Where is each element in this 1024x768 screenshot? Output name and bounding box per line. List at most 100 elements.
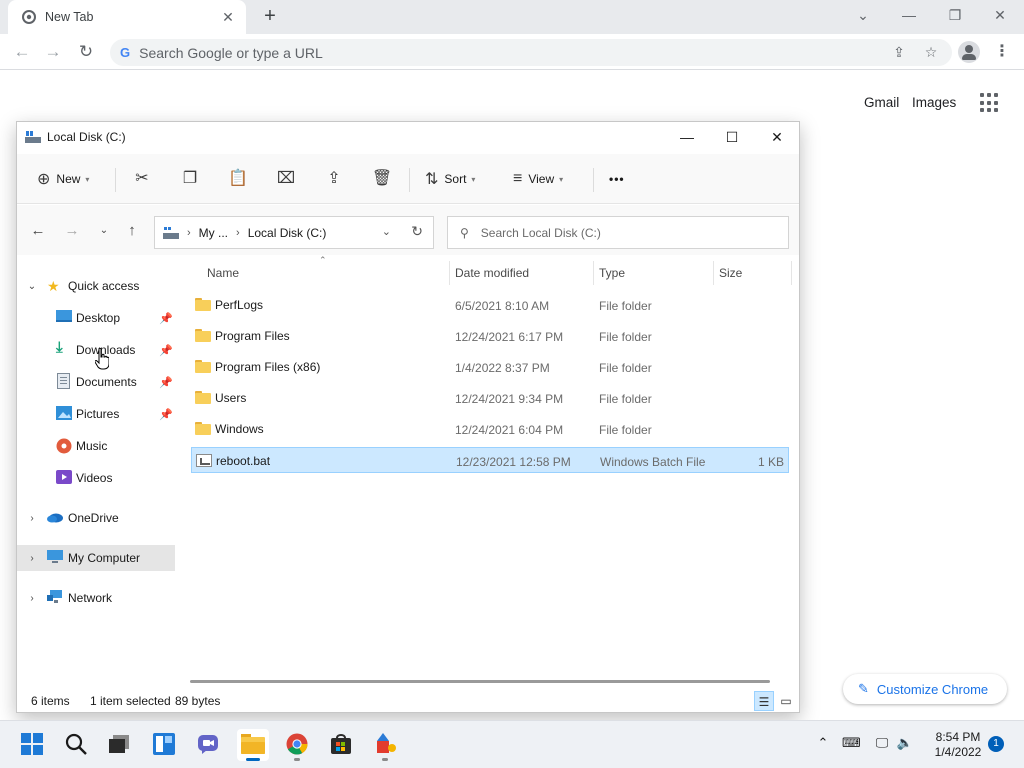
recent-locations-chevron-icon[interactable]: ⌄ [93, 220, 115, 242]
images-link[interactable]: Images [912, 95, 956, 110]
copy-icon[interactable]: ❐ [177, 166, 203, 192]
widgets-button[interactable] [148, 729, 180, 761]
taskbar-clock[interactable]: 8:54 PM 1/4/2022 [924, 730, 992, 760]
up-arrow-icon[interactable]: ↑ [121, 220, 143, 242]
desktop-icon [56, 310, 72, 326]
minimize-icon[interactable]: — [897, 4, 921, 26]
table-row[interactable]: PerfLogs 6/5/2021 8:10 AM File folder [191, 292, 789, 318]
google-apps-grid-icon[interactable] [980, 93, 1000, 113]
share-icon[interactable]: ⇪ [888, 44, 910, 61]
sidebar-item-videos[interactable]: Videos [17, 465, 175, 491]
chevron-right-icon[interactable]: › [26, 513, 38, 524]
new-button[interactable]: ⊕ New ▾ [37, 166, 89, 192]
sort-button[interactable]: ⇅ Sort ▾ [425, 166, 475, 192]
omnibox[interactable]: G Search Google or type a URL ⇪ ☆ [110, 39, 952, 66]
address-bar[interactable]: › My ... › Local Disk (C:) ⌄ ↻ [154, 216, 434, 249]
app-taskbar-button[interactable] [369, 729, 401, 761]
column-header-name[interactable]: Name [207, 261, 239, 285]
breadcrumb-my-computer[interactable]: My ... [199, 226, 228, 240]
tab-search-chevron-icon[interactable]: ⌄ [851, 4, 875, 26]
pin-icon[interactable]: 📌 [159, 376, 173, 389]
file-type: File folder [599, 423, 652, 437]
chevron-right-icon[interactable]: › [26, 593, 38, 604]
sidebar-item-music[interactable]: Music [17, 433, 175, 459]
chevron-right-icon[interactable]: › [26, 553, 38, 564]
explorer-close-icon[interactable]: ✕ [759, 126, 795, 148]
file-date: 1/4/2022 8:37 PM [455, 361, 550, 375]
explorer-minimize-icon[interactable]: — [669, 126, 705, 148]
close-window-icon[interactable]: ✕ [988, 4, 1012, 26]
explorer-maximize-icon[interactable]: ☐ [714, 126, 750, 148]
cut-icon[interactable]: ✂ [129, 166, 155, 192]
notification-badge[interactable]: 1 [988, 736, 1004, 752]
folder-icon [195, 329, 211, 342]
back-arrow-icon[interactable]: ← [11, 41, 33, 63]
customize-chrome-button[interactable]: ✎ Customize Chrome [843, 674, 1007, 704]
restore-icon[interactable]: ❐ [943, 4, 967, 26]
large-icons-view-icon[interactable]: ▭ [776, 691, 796, 711]
breadcrumb-local-disk[interactable]: Local Disk (C:) [248, 226, 327, 240]
sidebar-item-quick-access[interactable]: ⌄ ★ Quick access [17, 273, 175, 299]
gmail-link[interactable]: Gmail [864, 95, 899, 110]
teams-chat-button[interactable] [192, 729, 224, 761]
back-arrow-icon[interactable]: ← [27, 220, 49, 242]
horizontal-scrollbar[interactable] [190, 680, 770, 683]
chrome-menu-icon[interactable]: ⋮ [994, 41, 1010, 63]
pin-icon[interactable]: 📌 [159, 344, 173, 357]
chrome-tab-strip: New Tab ✕ + ⌄ — ❐ ✕ [0, 0, 1024, 34]
see-more-button[interactable]: ••• [609, 166, 625, 192]
start-button[interactable] [16, 729, 48, 761]
explorer-search-input[interactable]: ⚲ Search Local Disk (C:) [447, 216, 789, 249]
tab-title: New Tab [45, 10, 94, 24]
table-row[interactable]: Program Files (x86) 1/4/2022 8:37 PM Fil… [191, 354, 789, 380]
tab-new-tab[interactable]: New Tab ✕ [8, 0, 246, 34]
column-divider[interactable] [449, 261, 450, 285]
reload-icon[interactable]: ↻ [75, 41, 97, 63]
column-header-date-modified[interactable]: Date modified [455, 261, 529, 285]
column-divider[interactable] [791, 261, 792, 285]
bookmark-star-icon[interactable]: ☆ [920, 44, 942, 61]
sidebar-item-my-computer[interactable]: › My Computer [17, 545, 175, 571]
taskbar-search-button[interactable] [60, 729, 92, 761]
keyboard-icon[interactable]: ⌨ [842, 735, 861, 753]
share-icon[interactable]: ⇪ [321, 166, 347, 192]
column-divider[interactable] [593, 261, 594, 285]
table-row[interactable]: Users 12/24/2021 9:34 PM File folder [191, 385, 789, 411]
pin-icon[interactable]: 📌 [159, 312, 173, 325]
show-hidden-icons-chevron-icon[interactable]: ⌃ [814, 735, 832, 753]
paste-icon[interactable]: 📋 [225, 166, 251, 192]
table-row[interactable]: Windows 12/24/2021 6:04 PM File folder [191, 416, 789, 442]
pin-icon[interactable]: 📌 [159, 408, 173, 421]
details-view-icon[interactable]: ☰ [754, 691, 774, 711]
forward-arrow-icon[interactable]: → [61, 220, 83, 242]
network-status-icon[interactable]: 🖵 [873, 735, 891, 753]
file-explorer-taskbar-button[interactable] [237, 729, 269, 761]
sidebar-item-network[interactable]: › Network [17, 585, 175, 611]
onedrive-cloud-icon [46, 511, 63, 527]
delete-icon[interactable]: 🗑 [369, 166, 395, 192]
sidebar-item-pictures[interactable]: Pictures 📌 [17, 401, 175, 427]
new-tab-button[interactable]: + [259, 5, 281, 27]
column-header-size[interactable]: Size [719, 261, 742, 285]
chrome-taskbar-button[interactable] [281, 729, 313, 761]
table-row[interactable]: Program Files 12/24/2021 6:17 PM File fo… [191, 323, 789, 349]
rename-icon[interactable]: ⌧ [273, 166, 299, 192]
profile-avatar-icon[interactable] [958, 41, 980, 63]
sidebar-item-onedrive[interactable]: › OneDrive [17, 505, 175, 531]
forward-arrow-icon[interactable]: → [42, 41, 64, 63]
view-button[interactable]: ≡ View ▾ [513, 166, 563, 192]
column-header-type[interactable]: Type [599, 261, 625, 285]
table-row-selected[interactable]: reboot.bat 12/23/2021 12:58 PM Windows B… [191, 447, 789, 473]
windows-logo-icon [21, 732, 43, 758]
refresh-icon[interactable]: ↻ [411, 223, 423, 240]
volume-icon[interactable]: 🔈 [896, 735, 914, 753]
sidebar-item-documents[interactable]: Documents 📌 [17, 369, 175, 395]
column-divider[interactable] [713, 261, 714, 285]
chrome-toolbar: ← → ↻ G Search Google or type a URL ⇪ ☆ … [0, 34, 1024, 70]
tab-close-icon[interactable]: ✕ [220, 9, 236, 26]
address-dropdown-chevron-icon[interactable]: ⌄ [382, 225, 391, 238]
chevron-down-icon[interactable]: ⌄ [26, 281, 38, 292]
store-taskbar-button[interactable] [325, 729, 357, 761]
sidebar-item-desktop[interactable]: Desktop 📌 [17, 305, 175, 331]
task-view-button[interactable] [103, 729, 135, 761]
